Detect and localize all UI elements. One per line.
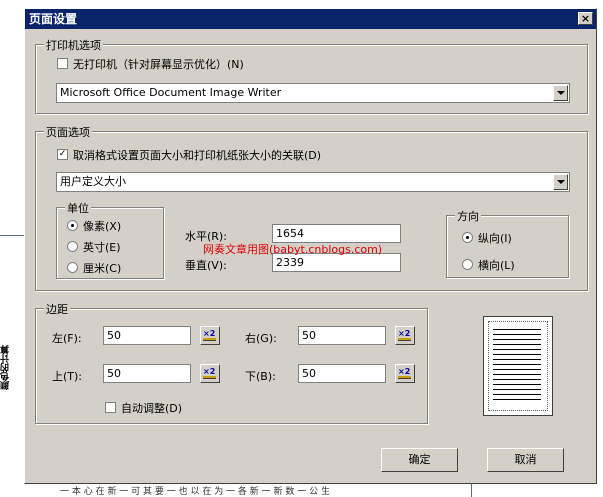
margin-right-calc-button[interactable]: ×2 [395,326,415,345]
preview-line [493,349,541,350]
unit-label-pixel: 像素(X) [83,220,122,233]
preview-line [493,344,541,345]
margins-legend: 边距 [44,301,70,317]
margin-bottom-input[interactable]: 50 [298,364,386,383]
page-size-select-value: 用户定义大小 [60,175,126,188]
calculator-icon: ×2 [398,329,411,341]
margin-right-label: 右(G): [245,332,277,345]
close-button[interactable]: × [578,12,593,25]
preview-line [493,339,541,340]
orientation-radio-portrait[interactable] [462,232,473,243]
background-vertical-text: 颜色的计算 [1,345,11,390]
page-setup-dialog: 页面设置 × 打印机选项 无打印机（针对屏幕显示优化）(N) Microsoft… [24,8,597,484]
calculator-icon: ×2 [203,367,216,379]
page-options-group: 页面选项 ✓ 取消格式设置页面大小和打印机纸张大小的关联(D) 用户定义大小 单… [35,124,588,291]
chevron-down-icon[interactable] [553,85,568,101]
unit-radio-cm[interactable] [67,262,78,273]
no-printer-checkbox[interactable] [57,58,68,69]
svg-text:×2: ×2 [203,367,215,376]
decouple-size-label: 取消格式设置页面大小和打印机纸张大小的关联(D) [73,149,322,162]
preview-line [493,399,541,400]
title-bar: 页面设置 × [25,9,596,29]
margin-left-input[interactable]: 50 [103,326,191,345]
margin-top-label: 上(T): [52,370,83,383]
preview-line [493,374,541,375]
orientation-label-landscape: 横向(L) [478,259,515,272]
preview-line [493,329,541,330]
dialog-title: 页面设置 [29,12,78,26]
margin-top-input[interactable]: 50 [103,364,191,383]
margin-top-calc-button[interactable]: ×2 [200,364,220,383]
auto-adjust-label: 自动调整(D) [121,402,183,415]
preview-line [493,364,541,365]
margin-bottom-calc-button[interactable]: ×2 [395,364,415,383]
auto-adjust-checkbox[interactable] [105,402,116,413]
preview-line [493,369,541,370]
svg-text:×2: ×2 [398,367,410,376]
margins-group: 边距 左(F): 50 ×2 右(G): 50 ×2 上(T): 50 ×2 下… [35,301,428,424]
unit-radio-pixel[interactable] [67,220,78,231]
preview-line [493,379,541,380]
orientation-radio-landscape[interactable] [462,259,473,270]
unit-legend: 单位 [65,200,91,216]
calculator-icon: ×2 [398,367,411,379]
preview-line [493,389,541,390]
margin-left-calc-button[interactable]: ×2 [200,326,220,345]
page-options-legend: 页面选项 [44,124,92,140]
chevron-down-icon[interactable] [553,174,568,190]
decouple-size-checkbox[interactable]: ✓ [57,149,68,160]
background-bottom-text: 一 本 心 在 新 一 可 其 要 一 也 以 在 为 一 各 新 一 新 数 … [60,487,330,496]
page-preview [483,316,553,416]
height-label: 垂直(V): [185,259,227,272]
preview-line [493,334,541,335]
cancel-button[interactable]: 取消 [487,448,564,472]
printer-select-value: Microsoft Office Document Image Writer [60,86,282,99]
unit-label-cm: 厘米(C) [83,262,122,275]
ok-button[interactable]: 确定 [381,448,458,472]
printer-options-legend: 打印机选项 [44,37,103,53]
preview-line [493,354,541,355]
page-size-select[interactable]: 用户定义大小 [56,172,570,192]
calculator-icon: ×2 [203,329,216,341]
printer-options-group: 打印机选项 无打印机（针对屏幕显示优化）(N) Microsoft Office… [35,37,588,114]
background-divider [0,235,24,236]
unit-group: 单位 像素(X) 英寸(E) 厘米(C) [56,200,164,279]
svg-text:×2: ×2 [398,329,410,338]
unit-label-inch: 英寸(E) [83,241,121,254]
watermark-text: 网奏文章用图(babyt.cnblogs.com) [203,243,383,256]
preview-line [493,384,541,385]
svg-text:×2: ×2 [203,329,215,338]
unit-radio-inch[interactable] [67,241,78,252]
margin-bottom-label: 下(B): [245,370,276,383]
preview-line [493,359,541,360]
orientation-legend: 方向 [455,208,481,224]
orientation-label-portrait: 纵向(I) [478,232,512,245]
no-printer-label: 无打印机（针对屏幕显示优化）(N) [73,58,244,71]
printer-select[interactable]: Microsoft Office Document Image Writer [56,83,570,103]
close-icon: × [580,12,591,25]
preview-line [493,394,541,395]
margin-right-input[interactable]: 50 [298,326,386,345]
orientation-group: 方向 纵向(I) 横向(L) [446,208,569,278]
margin-left-label: 左(F): [52,332,82,345]
